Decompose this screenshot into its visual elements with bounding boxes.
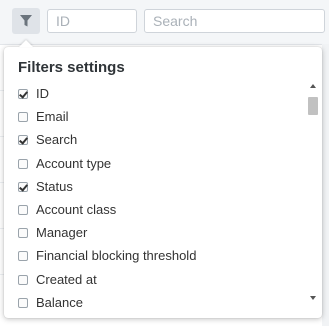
filter-checkbox[interactable] [18,228,28,239]
filter-checkbox[interactable] [18,158,28,169]
filter-option[interactable]: Account class [4,199,304,222]
filter-option[interactable]: Status [4,176,304,199]
filter-checkbox[interactable] [18,274,28,285]
filter-option-label: Account class [36,201,117,217]
id-filter-input[interactable]: ID [47,9,137,33]
search-input[interactable]: Search [144,9,325,33]
filter-checkbox[interactable] [18,204,28,215]
filter-checkbox[interactable] [18,251,28,262]
panel-title: Filters settings [18,59,125,76]
dropdown-scrollbar[interactable] [308,83,318,313]
filter-option-label: Created at [36,271,97,287]
filter-option-label: Search [36,132,78,148]
scrollbar-thumb[interactable] [308,97,318,115]
filter-option[interactable]: Email [4,106,304,129]
filter-option-label: Status [36,178,73,194]
filter-option-label: Balance [36,294,83,310]
filters-settings-dropdown: Filters settings ID Email Search Account ty… [4,47,322,318]
filter-option-label: Financial blocking threshold [36,248,197,264]
filter-option[interactable]: Manager [4,222,304,245]
filter-option[interactable]: Balance [4,292,304,315]
dropdown-caret [19,40,33,47]
filter-option[interactable]: Financial blocking threshold [4,245,304,268]
filter-checkbox[interactable] [18,135,28,146]
filter-option[interactable]: ID [4,83,304,106]
page-scrollbar[interactable] [322,44,329,326]
scroll-up-arrow-icon[interactable] [310,84,316,88]
filter-checkbox[interactable] [18,112,28,123]
filter-option[interactable]: Created at [4,269,304,292]
filters-list: ID Email Search Account type Status Account c… [4,83,304,315]
filter-option[interactable]: Account type [4,153,304,176]
scroll-down-arrow-icon[interactable] [310,296,316,300]
filter-option-label: Manager [36,225,88,241]
filter-checkbox[interactable] [18,181,28,192]
filter-option-label: ID [36,86,49,101]
filter-option[interactable]: Search [4,129,304,152]
filter-option-label: Account type [36,155,112,171]
filter-icon [20,15,32,27]
filter-option-label: Email [36,109,69,125]
filter-checkbox[interactable] [18,297,28,308]
filter-checkbox[interactable] [18,89,28,99]
filter-button[interactable] [12,8,40,34]
toolbar: ID Search [0,0,329,45]
